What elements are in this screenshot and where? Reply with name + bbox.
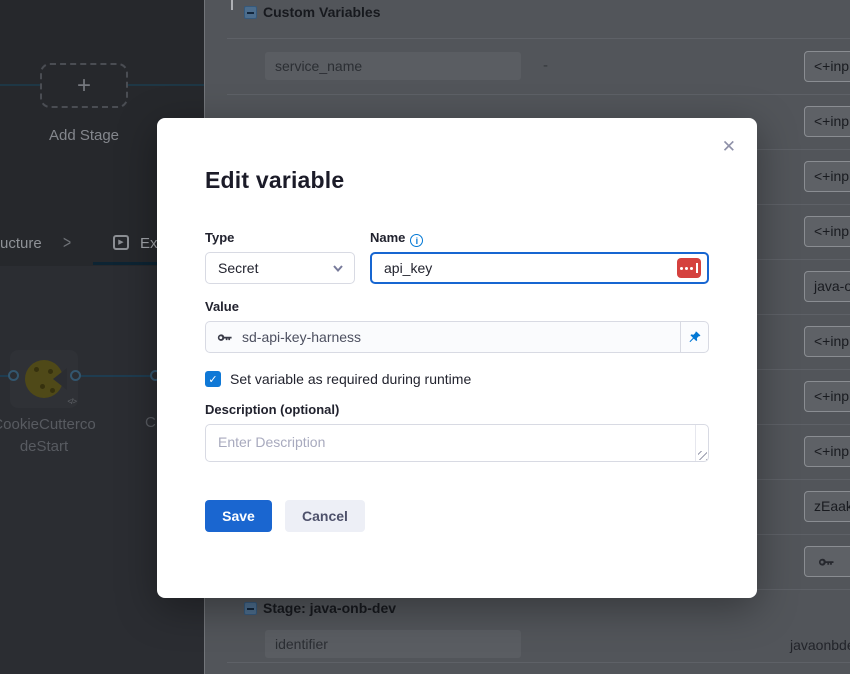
cookie-step-icon [25, 360, 63, 398]
identifier-value: javaonbde [790, 637, 850, 653]
close-icon[interactable]: ✕ [722, 137, 736, 157]
save-button[interactable]: Save [205, 500, 272, 532]
runtime-input-chip[interactable]: <+inp [804, 106, 850, 137]
tab-execution[interactable]: Ex [140, 235, 158, 252]
variable-value-cell: - [543, 57, 548, 74]
dialog-title: Edit variable [205, 167, 344, 194]
description-label: Description (optional) [205, 402, 339, 417]
node-port-left[interactable] [8, 370, 19, 381]
value-label: Value [205, 299, 239, 314]
runtime-input-chip[interactable]: <+inp [804, 161, 850, 192]
screen: + Add Stage ucture > ▶ Ex </> CookieCutt… [0, 0, 850, 674]
runtime-input-chip[interactable]: <+inp [804, 216, 850, 247]
add-stage-label[interactable]: Add Stage [0, 127, 168, 144]
execution-icon: ▶ [113, 235, 129, 250]
value-chip[interactable]: zEaak [804, 491, 850, 522]
checkbox-checked[interactable]: ✓ [205, 371, 221, 387]
chevron-down-icon [332, 262, 344, 274]
variable-name-cell: service_name [265, 52, 521, 80]
secret-reference-input[interactable]: sd-api-key-harness [205, 321, 680, 353]
name-label-text: Name [370, 230, 405, 245]
variable-name-cell: identifier [265, 630, 521, 658]
collapse-minus-icon[interactable] [244, 6, 257, 19]
value-chip[interactable]: java-o [804, 271, 850, 302]
stage-section-header: Stage: java-onb-dev [205, 596, 850, 634]
add-stage-button[interactable]: + [40, 63, 128, 108]
section-title: Stage: java-onb-dev [263, 600, 396, 616]
node-port-right[interactable] [70, 370, 81, 381]
secret-reference-text: sd-api-key-harness [242, 329, 361, 345]
name-field-wrap [370, 252, 709, 284]
custom-variables-header: Custom Variables [205, 0, 850, 38]
type-label: Type [205, 230, 234, 245]
node-label-line1: CookieCutterco [0, 414, 114, 436]
runtime-input-chip[interactable]: <+inp [804, 436, 850, 467]
row-separator [227, 662, 850, 663]
pipeline-node-cookiecutter[interactable]: </> [10, 350, 78, 408]
key-icon [216, 329, 233, 346]
row-separator [227, 94, 850, 95]
row-separator [227, 38, 850, 39]
description-field-wrap [205, 424, 709, 462]
runtime-input-chip[interactable]: <+inp [804, 381, 850, 412]
info-icon[interactable]: i [410, 234, 423, 247]
section-title: Custom Variables [263, 4, 381, 20]
node-label-line2: deStart [0, 436, 114, 458]
type-select-value: Secret [218, 260, 332, 276]
name-label: Namei [370, 230, 423, 247]
required-checkbox-row[interactable]: ✓ Set variable as required during runtim… [205, 371, 471, 387]
tab-infrastructure[interactable]: ucture [0, 235, 42, 252]
description-textarea[interactable] [205, 424, 709, 462]
node2-label-partial: C [145, 414, 156, 431]
collapse-minus-icon[interactable] [244, 602, 257, 615]
key-icon [817, 553, 835, 571]
secret-value-chip[interactable] [804, 546, 850, 577]
runtime-input-chip[interactable]: <+inp [804, 326, 850, 357]
plus-icon: + [77, 74, 91, 98]
name-input[interactable] [370, 252, 709, 284]
type-select[interactable]: Secret [205, 252, 355, 284]
runtime-input-chip[interactable]: <+inp [804, 51, 850, 82]
pin-button[interactable] [680, 321, 709, 353]
cancel-button[interactable]: Cancel [285, 500, 365, 532]
edit-variable-dialog: ✕ Edit variable Type Namei Secret Value … [157, 118, 757, 598]
node-label: CookieCutterco deStart [0, 414, 114, 458]
required-checkbox-label: Set variable as required during runtime [230, 371, 471, 387]
secret-value-field: sd-api-key-harness [205, 321, 709, 353]
password-manager-badge-icon[interactable] [677, 258, 701, 278]
code-icon: </> [67, 397, 76, 406]
chevron-right-icon: > [63, 232, 71, 253]
pin-icon [687, 330, 702, 345]
